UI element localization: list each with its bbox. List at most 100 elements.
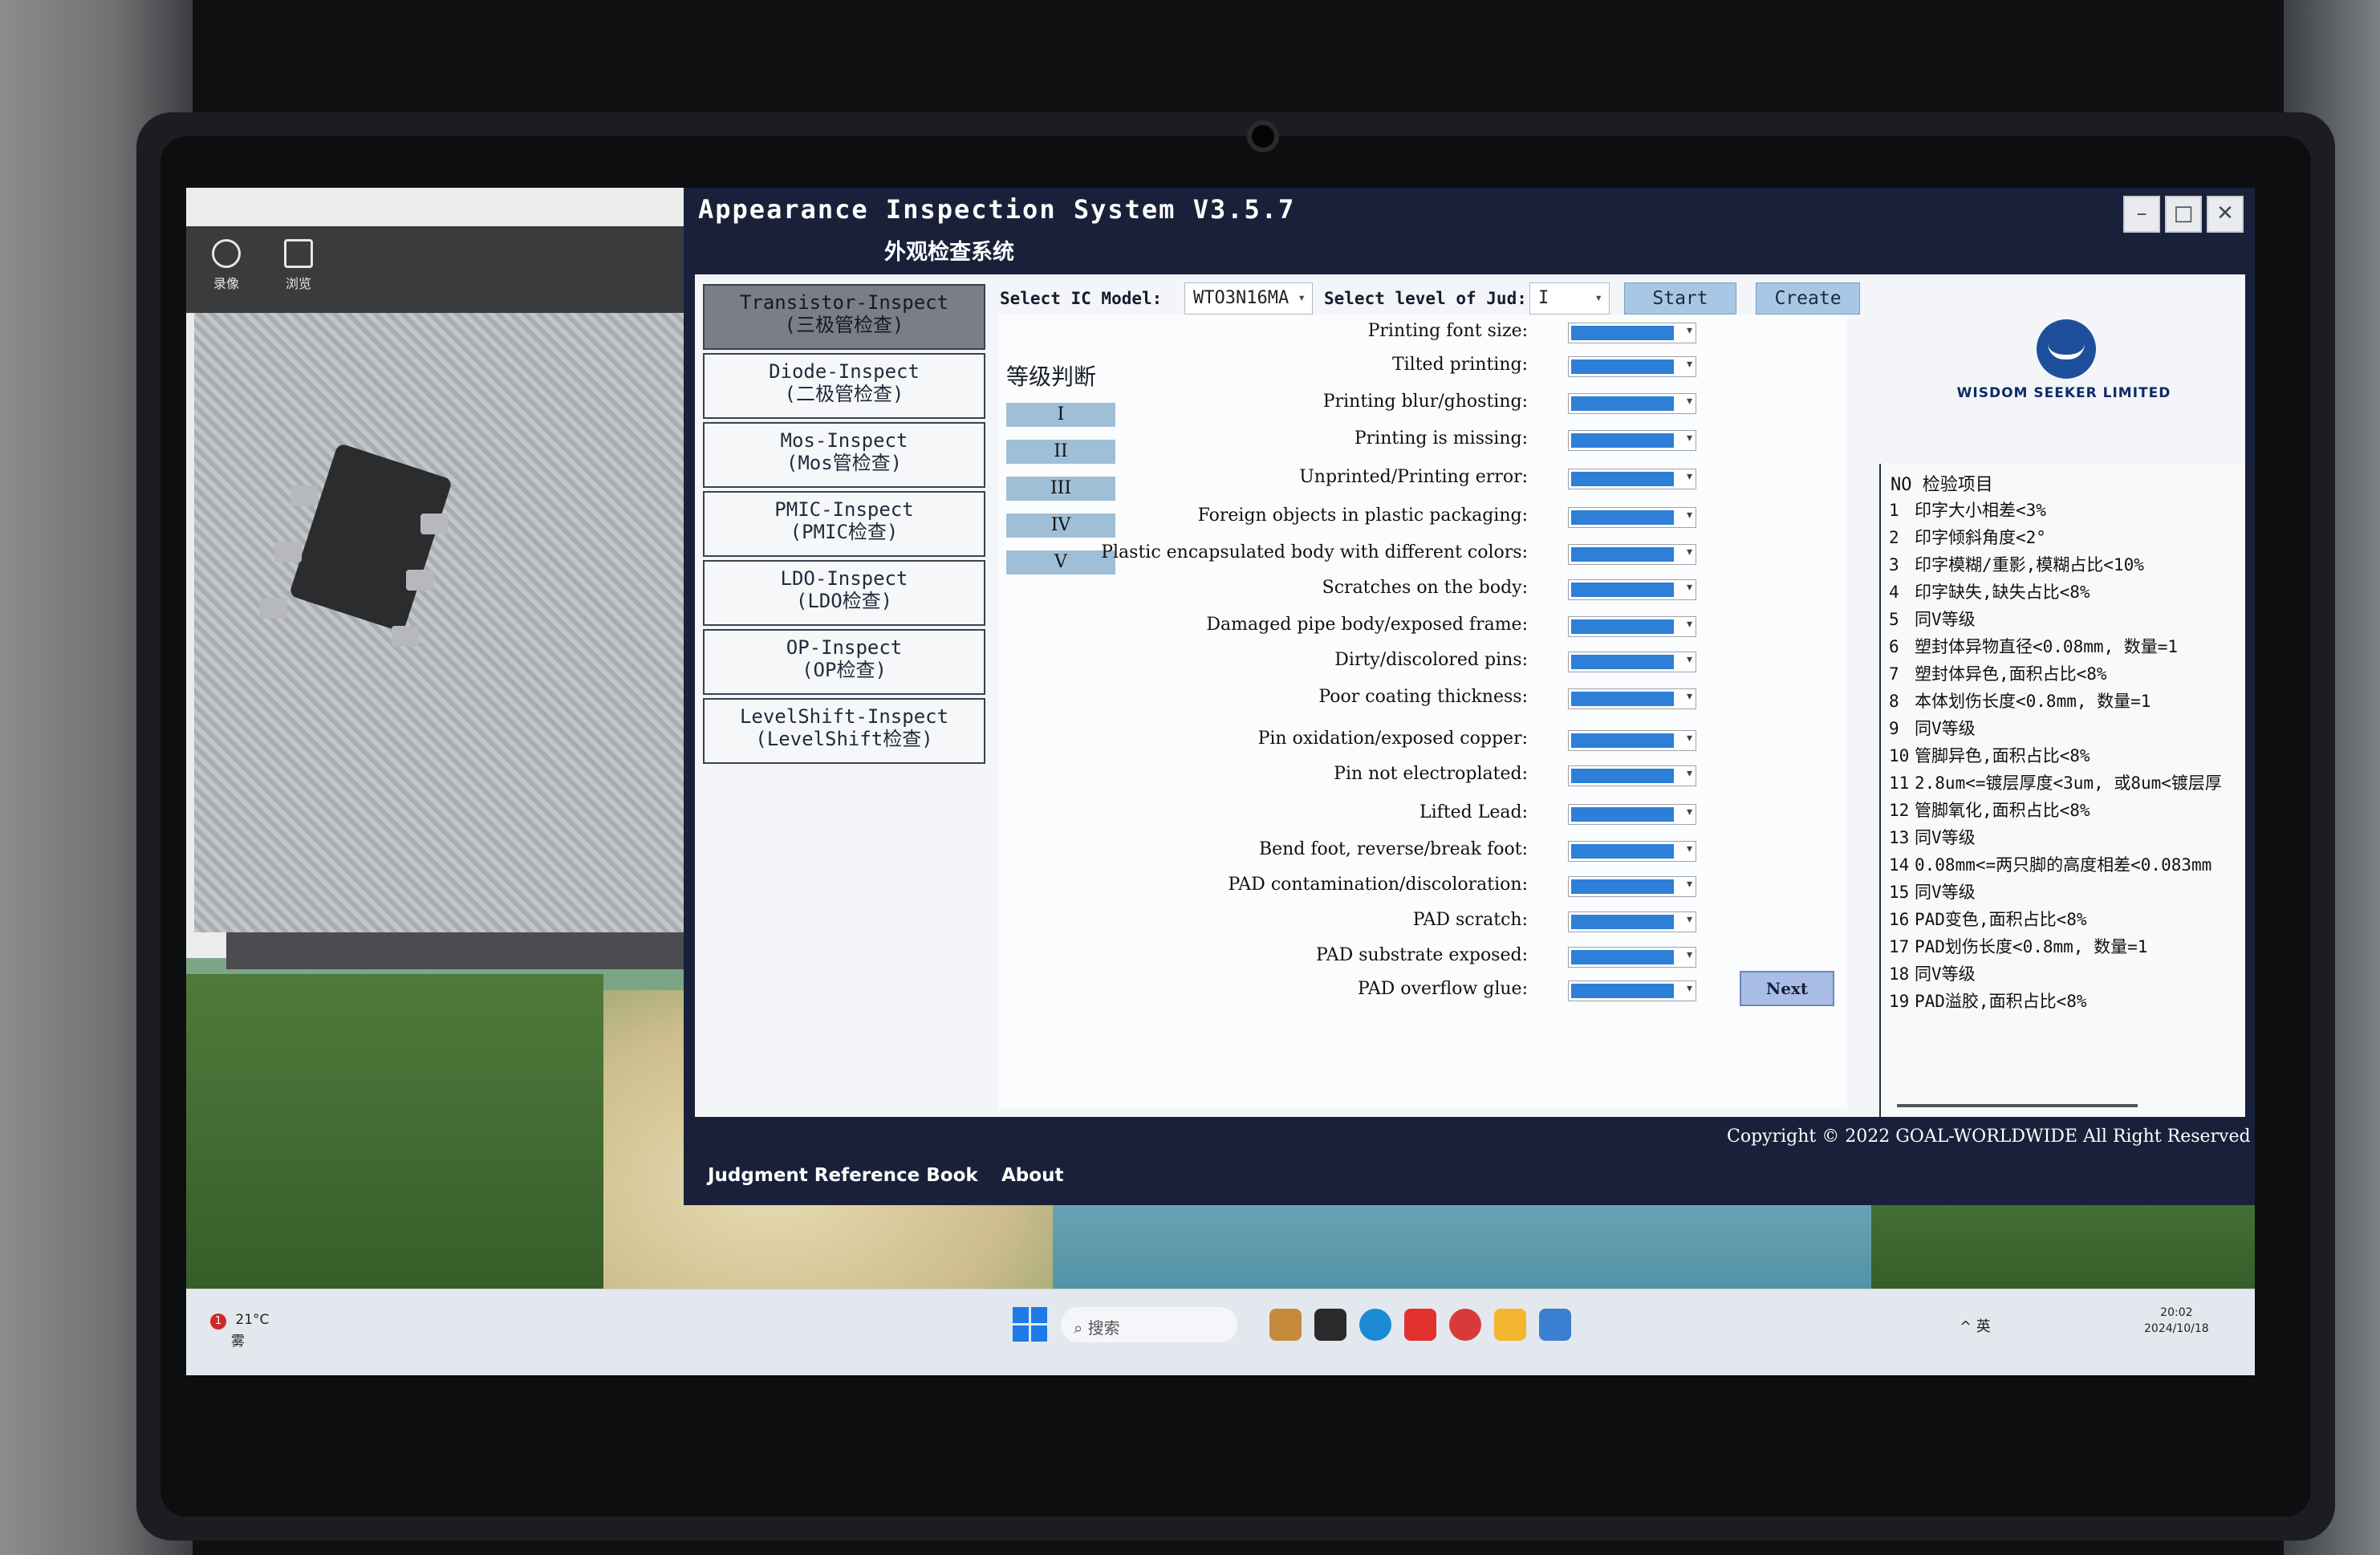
taskbar-app-icon[interactable] — [1539, 1309, 1571, 1341]
inspection-item-dropdown[interactable]: ▾ — [1568, 947, 1696, 968]
taskbar-app-icon[interactable] — [1314, 1309, 1346, 1341]
model-select[interactable]: WTO3N16MA ▾ — [1184, 282, 1313, 315]
edge-browser-icon[interactable] — [1359, 1309, 1391, 1341]
inspection-item-dropdown[interactable]: ▾ — [1568, 507, 1696, 528]
criteria-no: 17 — [1889, 937, 1910, 956]
nav-item-sublabel: (LDO检查) — [795, 589, 893, 612]
nav-item-levelshift[interactable]: LevelShift-Inspect (LevelShift检查) — [703, 698, 985, 764]
viewer-toolbar: 录像 浏览 — [186, 226, 684, 313]
inspection-item-dropdown[interactable]: ▾ — [1568, 579, 1696, 600]
criteria-no: 10 — [1889, 746, 1910, 765]
nav-item-diode[interactable]: Diode-Inspect (二极管检查) — [703, 353, 985, 419]
judgment-reference-link[interactable]: Judgment Reference Book — [708, 1165, 978, 1186]
nav-item-op[interactable]: OP-Inspect (OP检查) — [703, 629, 985, 695]
grade-button-4[interactable]: IV — [1006, 514, 1115, 538]
nav-item-transistor[interactable]: Transistor-Inspect (三极管检查) — [703, 284, 985, 350]
category-nav: Transistor-Inspect (三极管检查) Diode-Inspect… — [703, 284, 985, 767]
dropdown-fill — [1571, 583, 1674, 597]
browse-tool-button[interactable]: 浏览 — [266, 236, 331, 305]
criteria-text: 管脚异色,面积占比<8% — [1915, 746, 2090, 765]
criteria-no: 16 — [1889, 910, 1910, 929]
weather-widget[interactable]: 1 21°C 雾 — [210, 1312, 269, 1350]
file-explorer-icon[interactable] — [1494, 1309, 1526, 1341]
system-tray[interactable]: ^ 英 — [1960, 1315, 1991, 1336]
criteria-no: 11 — [1889, 773, 1910, 793]
dropdown-fill — [1571, 733, 1674, 748]
close-button[interactable]: ✕ — [2207, 196, 2244, 233]
criteria-header: NO 检验项目 — [1891, 475, 1993, 495]
grade-button-3[interactable]: III — [1006, 477, 1115, 501]
inspection-item-dropdown[interactable]: ▾ — [1568, 323, 1696, 343]
chevron-down-icon: ▾ — [1686, 324, 1692, 337]
inspection-item-dropdown[interactable]: ▾ — [1568, 430, 1696, 451]
start-button[interactable]: Start — [1624, 282, 1736, 315]
criteria-row: 1 印字大小相差<3% — [1889, 497, 2046, 522]
inspection-item-dropdown[interactable]: ▾ — [1568, 804, 1696, 825]
criteria-row: 12 管脚氧化,面积占比<8% — [1889, 798, 2090, 822]
nav-item-mos[interactable]: Mos-Inspect (Mos管检查) — [703, 422, 985, 488]
inspection-item-dropdown[interactable]: ▾ — [1568, 688, 1696, 709]
taskbar-app-icon[interactable] — [1269, 1309, 1302, 1341]
dropdown-fill — [1571, 433, 1674, 448]
grade-button-1[interactable]: I — [1006, 403, 1115, 427]
nav-item-ldo[interactable]: LDO-Inspect (LDO检查) — [703, 560, 985, 626]
inspection-item-label: Pin oxidation/exposed copper: — [1257, 729, 1528, 749]
inspection-item-dropdown[interactable]: ▾ — [1568, 544, 1696, 565]
level-select-value: I — [1538, 288, 1549, 308]
criteria-horizontal-scrollbar[interactable] — [1897, 1104, 2138, 1107]
logo-icon — [2037, 319, 2096, 379]
nav-item-label: Mos-Inspect — [780, 429, 908, 452]
criteria-row: 9 同V等级 — [1889, 716, 1976, 740]
criteria-row: 17 PAD划伤长度<0.8mm, 数量=1 — [1889, 934, 2147, 958]
create-button[interactable]: Create — [1756, 282, 1860, 315]
start-button[interactable] — [1013, 1307, 1048, 1342]
nav-item-label: LevelShift-Inspect — [739, 705, 949, 728]
inspection-item-label: PAD substrate exposed: — [1315, 945, 1528, 965]
inspection-item-dropdown[interactable]: ▾ — [1568, 911, 1696, 932]
dropdown-fill — [1571, 359, 1674, 374]
criteria-row: 7 塑封体异色,面积占比<8% — [1889, 661, 2107, 685]
criteria-text: PAD划伤长度<0.8mm, 数量=1 — [1915, 937, 2148, 956]
criteria-text: 塑封体异物直径<0.08mm, 数量=1 — [1915, 637, 2179, 656]
microscope-image — [194, 313, 684, 932]
next-button[interactable]: Next — [1740, 971, 1834, 1006]
grade-button-5[interactable]: V — [1006, 550, 1115, 574]
inspection-item-dropdown[interactable]: ▾ — [1568, 356, 1696, 377]
chip-pin — [260, 598, 287, 619]
wps-office-icon[interactable] — [1404, 1309, 1436, 1341]
inspection-item-dropdown[interactable]: ▾ — [1568, 841, 1696, 862]
windows-logo-icon — [1031, 1326, 1047, 1342]
inspection-item-label: Printing blur/ghosting: — [1322, 392, 1528, 412]
inspection-item-dropdown[interactable]: ▾ — [1568, 652, 1696, 672]
criteria-no: 8 — [1889, 692, 1899, 711]
inspection-item-label: Poor coating thickness: — [1318, 687, 1528, 707]
taskbar-search[interactable]: ⌕ 搜索 — [1061, 1307, 1237, 1342]
inspection-item-dropdown[interactable]: ▾ — [1568, 876, 1696, 897]
dropdown-fill — [1571, 396, 1674, 411]
maximize-button[interactable]: □ — [2165, 196, 2202, 233]
dropdown-fill — [1571, 326, 1674, 340]
taskbar-app-icon[interactable] — [1449, 1309, 1481, 1341]
grade-button-2[interactable]: II — [1006, 440, 1115, 464]
inspection-item-dropdown[interactable]: ▾ — [1568, 393, 1696, 414]
inspection-item-dropdown[interactable]: ▾ — [1568, 616, 1696, 637]
criteria-row: 6 塑封体异物直径<0.08mm, 数量=1 — [1889, 634, 2178, 658]
minimize-button[interactable]: – — [2123, 196, 2160, 233]
record-tool-button[interactable]: 录像 — [194, 236, 258, 305]
inspection-item-dropdown[interactable]: ▾ — [1568, 469, 1696, 489]
inspection-item-dropdown[interactable]: ▾ — [1568, 765, 1696, 786]
inspection-item-dropdown[interactable]: ▾ — [1568, 730, 1696, 751]
level-select[interactable]: I ▾ — [1529, 282, 1610, 315]
criteria-list[interactable]: NO 检验项目 1 印字大小相差<3% 2 印字倾斜角度<2° 3 印字模糊/重影,模… — [1879, 464, 2245, 1117]
windows-logo-icon — [1013, 1326, 1029, 1342]
model-select-value: WTO3N16MA — [1193, 288, 1290, 308]
inspection-item-dropdown[interactable]: ▾ — [1568, 981, 1696, 1001]
chevron-down-icon: ▾ — [1686, 653, 1692, 666]
about-link[interactable]: About — [1001, 1165, 1063, 1186]
chevron-down-icon: ▾ — [1686, 842, 1692, 855]
inspection-item-label: Dirty/discolored pins: — [1334, 650, 1528, 670]
nav-item-pmic[interactable]: PMIC-Inspect (PMIC检查) — [703, 491, 985, 557]
criteria-no: 14 — [1889, 855, 1910, 875]
taskbar-clock[interactable]: 20:02 2024/10/18 — [2144, 1305, 2209, 1337]
criteria-text: PAD变色,面积占比<8% — [1915, 910, 2087, 929]
